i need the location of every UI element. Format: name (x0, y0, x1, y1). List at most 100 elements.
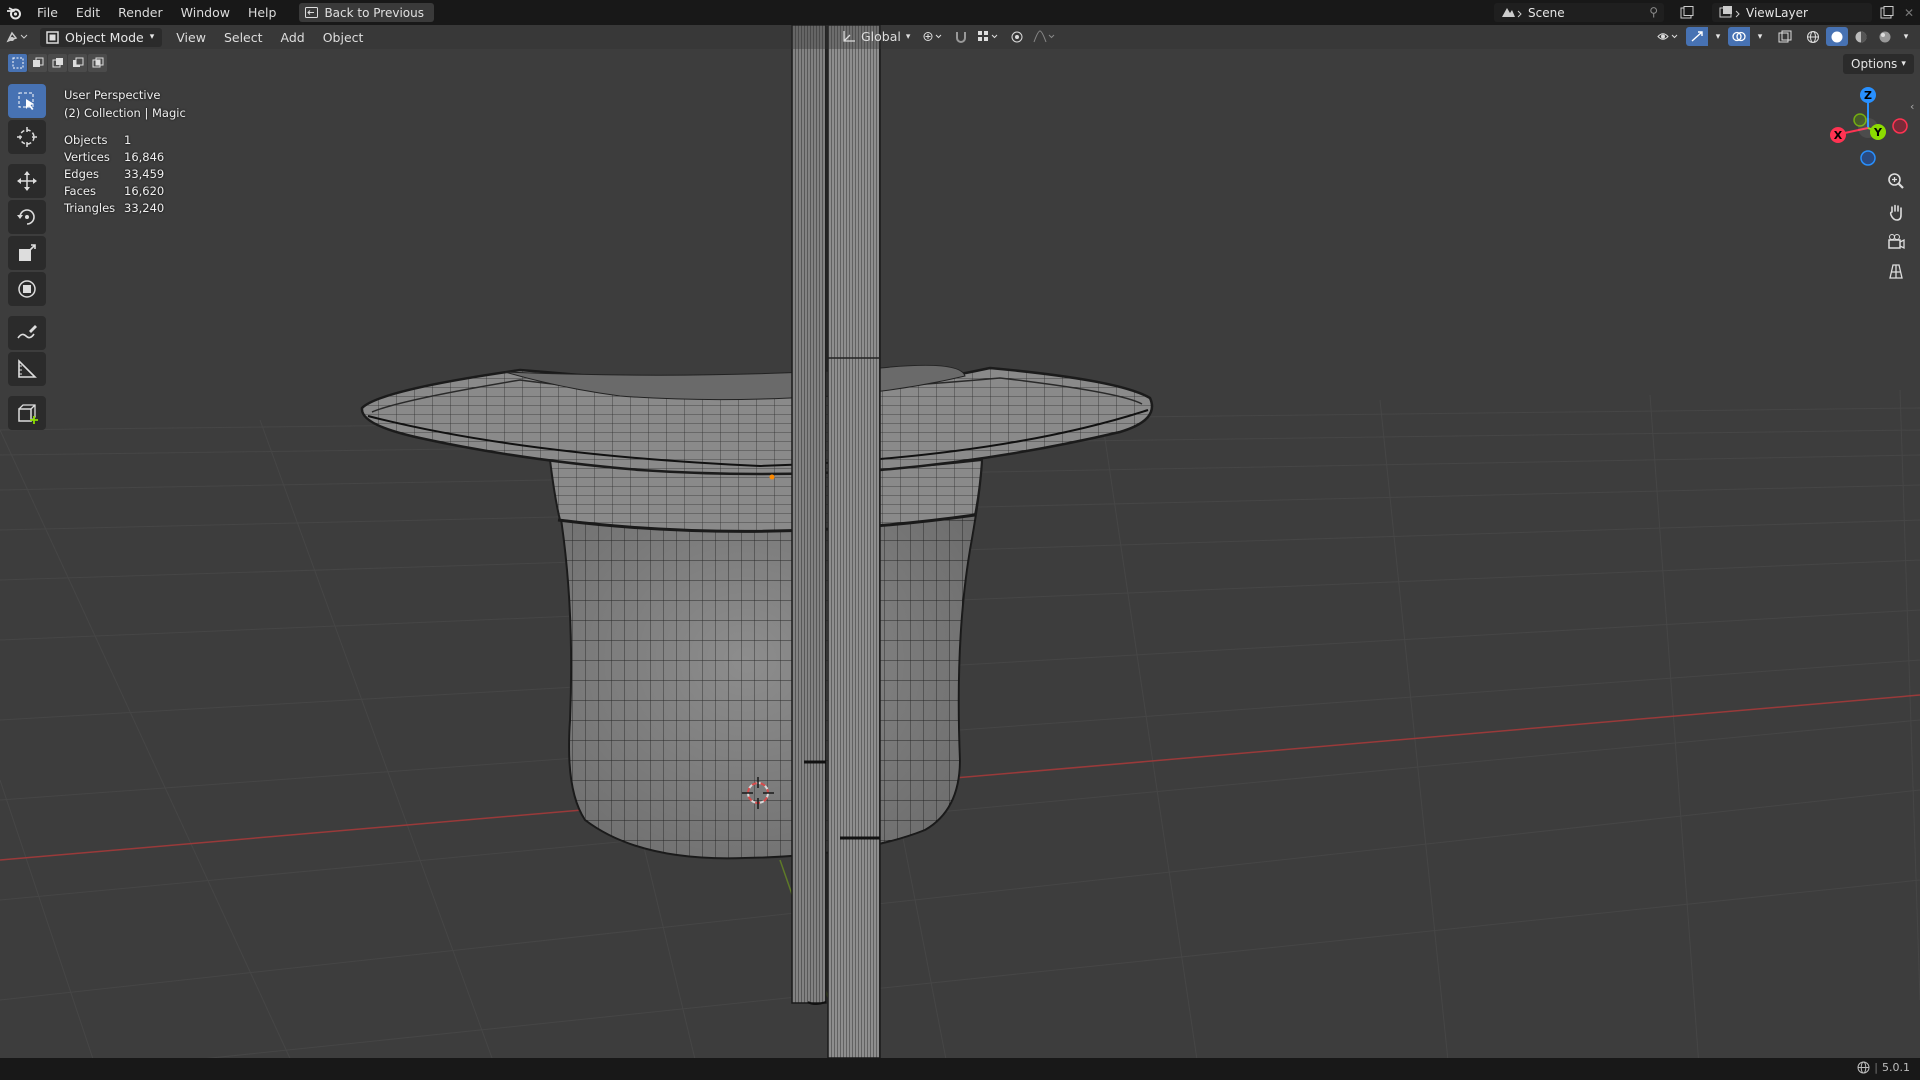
viewport-stats-overlay: User Perspective (2) Collection | Magic … (64, 86, 186, 217)
measure-tool-icon[interactable] (8, 352, 46, 386)
screen-icon (305, 7, 319, 18)
scene-name: Scene (1528, 5, 1565, 20)
status-bar: | 5.0.1 (0, 1058, 1920, 1080)
zoom-icon[interactable] (1883, 168, 1909, 194)
select-extend-icon[interactable] (28, 54, 47, 72)
editor-type-icon[interactable] (0, 28, 36, 47)
move-tool-icon[interactable] (8, 164, 46, 198)
version-label: 5.0.1 (1882, 1061, 1910, 1074)
select-intersect-icon[interactable] (88, 54, 107, 72)
falloff-curve-icon[interactable] (1030, 27, 1060, 46)
wireframe-shading-icon[interactable] (1802, 27, 1824, 46)
stat-value: 16,846 (124, 150, 165, 164)
stat-label: Faces (64, 184, 96, 198)
stat-label: Objects (64, 133, 108, 147)
gizmo-z-label: Z (1864, 89, 1872, 102)
scale-tool-icon[interactable] (8, 236, 46, 270)
overlays-toggle-icon[interactable] (1728, 27, 1750, 46)
rotate-tool-icon[interactable] (8, 200, 46, 234)
selection-mode-group (8, 54, 107, 72)
header-menu-select[interactable]: Select (218, 28, 269, 47)
object-mode-icon (46, 30, 59, 44)
pole-left[interactable] (791, 24, 827, 1005)
chevron-down-icon: ▾ (905, 31, 911, 42)
view-layer-icon (1718, 5, 1742, 23)
cursor-tool-icon[interactable] (8, 120, 46, 154)
xray-toggle-icon[interactable] (1774, 27, 1796, 46)
scene-icon (1500, 5, 1524, 23)
x-axis-line (0, 694, 1920, 861)
transform-tool-icon[interactable] (8, 272, 46, 306)
rendered-shading-icon[interactable] (1874, 27, 1896, 46)
globe-icon (1857, 1061, 1870, 1074)
stat-row: Objects 1 (64, 132, 164, 149)
gizmo-neg-z[interactable] (1860, 150, 1876, 166)
gizmo-dropdown-icon[interactable]: ▾ (1710, 27, 1726, 46)
object-mode-dropdown[interactable]: Object Mode ▾ (40, 27, 163, 47)
new-scene-icon[interactable] (1676, 3, 1698, 22)
transform-orientation-dropdown[interactable]: Global ▾ (836, 27, 916, 46)
annotate-tool-icon[interactable] (8, 316, 46, 350)
sidebar-toggle-icon[interactable]: ‹ (1910, 100, 1914, 113)
select-invert-icon[interactable] (68, 54, 87, 72)
pan-hand-icon[interactable] (1883, 199, 1909, 225)
scene-selector[interactable]: Scene ⚲ (1494, 3, 1664, 22)
stat-row: Edges 33,459 (64, 166, 164, 183)
stat-value: 33,240 (124, 201, 165, 215)
viewport-header: Object Mode ▾ View Select Add Object Glo… (0, 25, 1920, 49)
gizmo-neg-y[interactable] (1853, 113, 1867, 127)
version-indicator: | 5.0.1 (1857, 1061, 1910, 1074)
options-label: Options (1851, 57, 1898, 71)
solid-shading-icon[interactable] (1826, 27, 1848, 46)
object-mode-label: Object Mode (65, 29, 144, 45)
new-view-layer-icon[interactable] (1876, 3, 1898, 22)
chevron-down-icon: ▾ (149, 32, 155, 42)
stat-value: 33,459 (124, 167, 165, 181)
pole-right[interactable] (827, 24, 881, 1059)
stat-label: Vertices (64, 150, 110, 164)
visibility-selectability-icon[interactable] (1654, 27, 1684, 46)
header-menu-object[interactable]: Object (317, 28, 370, 47)
menu-window[interactable]: Window (172, 0, 239, 25)
camera-view-icon[interactable] (1883, 229, 1909, 255)
view-layer-name: ViewLayer (1746, 5, 1808, 20)
hat-mesh[interactable] (360, 364, 1154, 860)
gizmo-y-label: Y (1873, 126, 1883, 139)
gizmo-neg-x[interactable] (1892, 118, 1908, 134)
stat-value: 1 (124, 133, 132, 147)
menu-edit[interactable]: Edit (67, 0, 109, 25)
viewport-3d[interactable] (0, 0, 1920, 1080)
header-menu-view[interactable]: View (170, 28, 212, 47)
material-shading-icon[interactable] (1850, 27, 1872, 46)
snap-toggle-icon[interactable] (950, 27, 972, 46)
menu-render[interactable]: Render (109, 0, 172, 25)
overlays-dropdown-icon[interactable]: ▾ (1752, 27, 1768, 46)
add-cube-tool-icon[interactable] (8, 396, 46, 430)
view-layer-selector[interactable]: ViewLayer (1712, 3, 1872, 22)
header-menu-add[interactable]: Add (275, 28, 311, 47)
pin-icon[interactable]: ⚲ (1649, 5, 1658, 19)
stat-row: Faces 16,620 (64, 183, 164, 200)
tool-shelf (8, 84, 46, 432)
stat-label: Triangles (64, 201, 116, 215)
snap-target-icon[interactable] (974, 27, 1004, 46)
gizmo-toggle-icon[interactable] (1686, 27, 1708, 46)
perspective-ortho-toggle-icon[interactable] (1883, 258, 1909, 284)
select-subtract-icon[interactable] (48, 54, 67, 72)
stat-row: Triangles 33,240 (64, 200, 164, 217)
menu-help[interactable]: Help (239, 0, 286, 25)
shading-dropdown-icon[interactable]: ▾ (1898, 27, 1914, 46)
menu-file[interactable]: File (28, 0, 67, 25)
select-box-tool-icon[interactable] (8, 84, 46, 118)
proportional-editing-icon[interactable] (1006, 27, 1028, 46)
blender-logo-icon[interactable] (0, 0, 28, 25)
options-dropdown[interactable]: Options ▾ (1843, 54, 1914, 74)
view-perspective-label: User Perspective (64, 88, 161, 102)
pivot-point-icon[interactable] (918, 27, 948, 46)
navigation-gizmo[interactable]: X Y Z (1818, 86, 1908, 166)
remove-view-layer-icon[interactable]: ✕ (1898, 3, 1920, 22)
stat-row: Vertices 16,846 (64, 149, 164, 166)
select-new-icon[interactable] (8, 54, 27, 72)
orientation-axes-icon (843, 31, 855, 42)
back-to-previous-button[interactable]: Back to Previous (299, 3, 434, 22)
